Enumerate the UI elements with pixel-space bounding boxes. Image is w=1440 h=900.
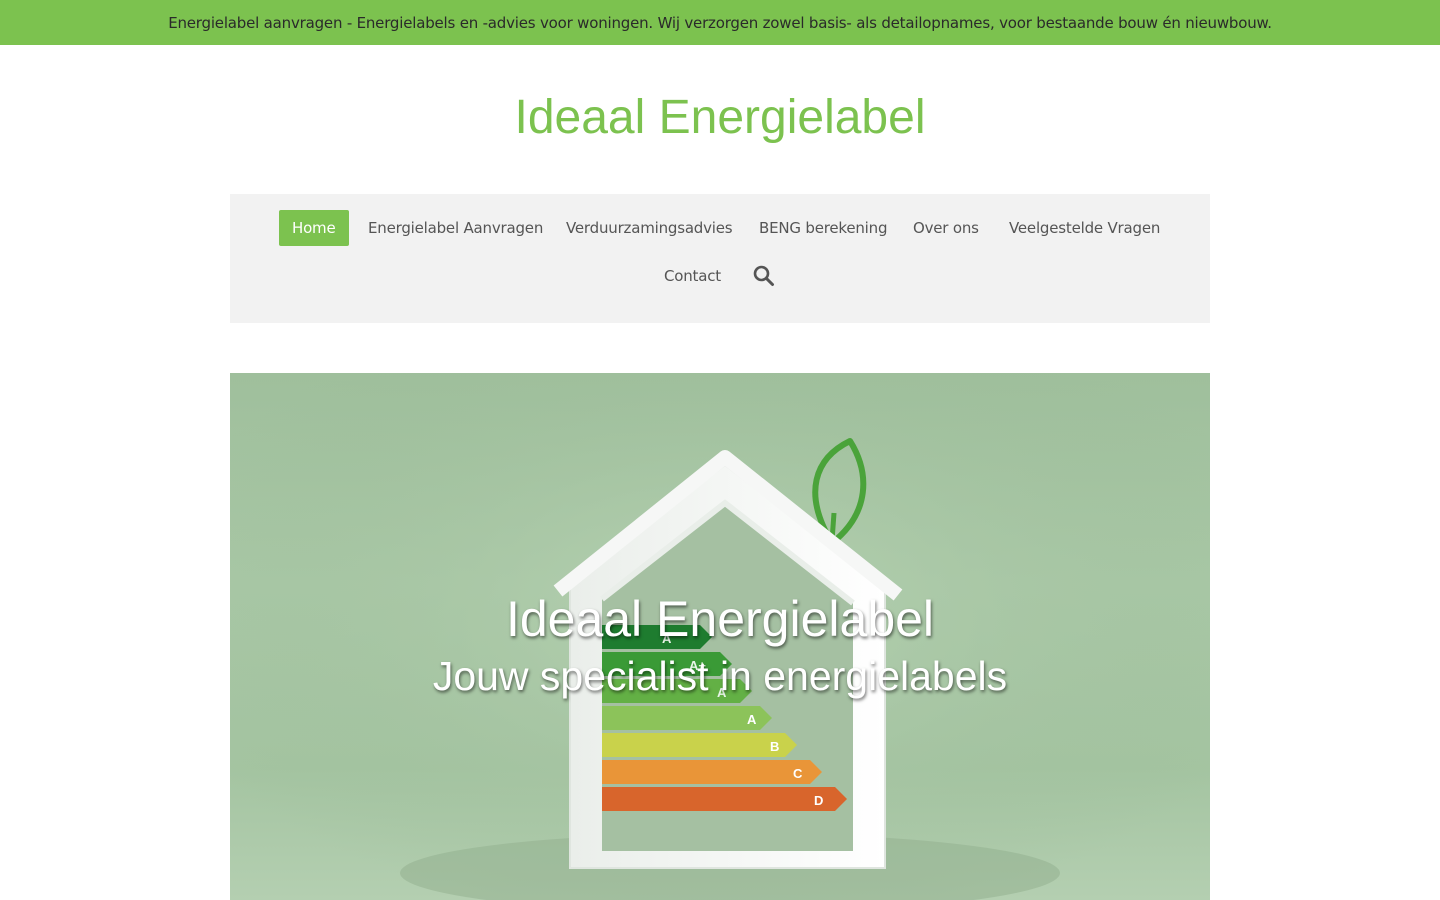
announcement-bar: Energielabel aanvragen - Energielabels e…: [0, 0, 1440, 45]
announcement-text: Energielabel aanvragen - Energielabels e…: [168, 13, 1272, 32]
label-letter: B: [770, 739, 779, 754]
site-title[interactable]: Ideaal Energielabel: [0, 88, 1440, 148]
nav-item-contact[interactable]: Contact: [664, 258, 721, 294]
label-letter: D: [814, 793, 823, 808]
hero-banner: A A+ A A B C D Ideaal Energielabel Jouw …: [230, 373, 1210, 900]
search-button[interactable]: [752, 264, 776, 288]
nav-item-beng-berekening[interactable]: BENG berekening: [759, 210, 887, 246]
hero-title: Ideaal Energielabel: [505, 591, 935, 647]
nav-item-home[interactable]: Home: [279, 210, 349, 246]
search-icon: [753, 265, 774, 286]
label-letter: C: [793, 766, 803, 781]
nav-item-over-ons[interactable]: Over ons: [913, 210, 979, 246]
hero-subtitle: Jouw specialist in energielabels: [432, 653, 1008, 699]
nav-item-verduurzamingsadvies[interactable]: Verduurzamingsadvies: [566, 210, 733, 246]
label-letter: A: [747, 712, 757, 727]
nav-item-veelgestelde-vragen[interactable]: Veelgestelde Vragen: [1009, 210, 1160, 246]
main-navigation: Home Energielabel Aanvragen Verduurzamin…: [230, 194, 1210, 323]
nav-item-energielabel-aanvragen[interactable]: Energielabel Aanvragen: [368, 210, 543, 246]
